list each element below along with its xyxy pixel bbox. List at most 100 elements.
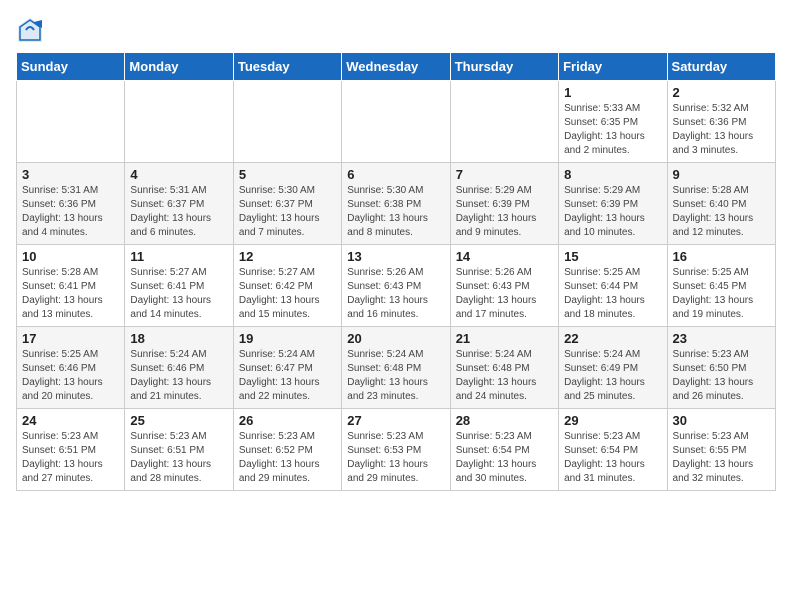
day-number: 28 bbox=[456, 413, 553, 428]
calendar-table: SundayMondayTuesdayWednesdayThursdayFrid… bbox=[16, 52, 776, 491]
day-number: 7 bbox=[456, 167, 553, 182]
day-info: Sunrise: 5:24 AM Sunset: 6:46 PM Dayligh… bbox=[130, 348, 227, 404]
day-number: 10 bbox=[22, 249, 119, 264]
day-number: 12 bbox=[239, 249, 336, 264]
day-number: 3 bbox=[22, 167, 119, 182]
calendar-cell: 6 Sunrise: 5:30 AM Sunset: 6:38 PM Daylig… bbox=[342, 163, 450, 245]
calendar-cell: 2Sunrise: 5:32 AM Sunset: 6:36 PM Daylig… bbox=[667, 81, 775, 163]
day-number: 19 bbox=[239, 331, 336, 346]
header-day: Wednesday bbox=[342, 53, 450, 81]
header-day: Monday bbox=[125, 53, 233, 81]
day-info: Sunrise: 5:23 AM Sunset: 6:51 PM Dayligh… bbox=[22, 430, 119, 486]
day-number: 24 bbox=[22, 413, 119, 428]
day-number: 20 bbox=[347, 331, 444, 346]
day-info: Sunrise: 5:25 AM Sunset: 6:45 PM Dayligh… bbox=[673, 266, 770, 322]
day-number: 26 bbox=[239, 413, 336, 428]
day-info: Sunrise: 5:28 AM Sunset: 6:40 PM Dayligh… bbox=[673, 184, 770, 240]
calendar-cell: 19 Sunrise: 5:24 AM Sunset: 6:47 PM Dayli… bbox=[233, 327, 341, 409]
calendar-cell: 13 Sunrise: 5:26 AM Sunset: 6:43 PM Dayli… bbox=[342, 245, 450, 327]
calendar-week: 3 Sunrise: 5:31 AM Sunset: 6:36 PM Daylig… bbox=[17, 163, 776, 245]
header-day: Saturday bbox=[667, 53, 775, 81]
day-number: 25 bbox=[130, 413, 227, 428]
day-info: Sunrise: 5:23 AM Sunset: 6:51 PM Dayligh… bbox=[130, 430, 227, 486]
day-info: Sunrise: 5:29 AM Sunset: 6:39 PM Dayligh… bbox=[456, 184, 553, 240]
day-info: Sunrise: 5:29 AM Sunset: 6:39 PM Dayligh… bbox=[564, 184, 661, 240]
calendar-cell: 7 Sunrise: 5:29 AM Sunset: 6:39 PM Daylig… bbox=[450, 163, 558, 245]
day-info: Sunrise: 5:23 AM Sunset: 6:52 PM Dayligh… bbox=[239, 430, 336, 486]
day-number: 15 bbox=[564, 249, 661, 264]
calendar-cell: 30Sunrise: 5:23 AM Sunset: 6:55 PM Dayli… bbox=[667, 409, 775, 491]
day-number: 30 bbox=[673, 413, 770, 428]
calendar-cell: 26 Sunrise: 5:23 AM Sunset: 6:52 PM Dayli… bbox=[233, 409, 341, 491]
day-info: Sunrise: 5:23 AM Sunset: 6:54 PM Dayligh… bbox=[564, 430, 661, 486]
calendar-cell bbox=[342, 81, 450, 163]
day-info: Sunrise: 5:23 AM Sunset: 6:54 PM Dayligh… bbox=[456, 430, 553, 486]
day-info: Sunrise: 5:31 AM Sunset: 6:37 PM Dayligh… bbox=[130, 184, 227, 240]
day-number: 17 bbox=[22, 331, 119, 346]
day-number: 22 bbox=[564, 331, 661, 346]
header-day: Thursday bbox=[450, 53, 558, 81]
day-number: 23 bbox=[673, 331, 770, 346]
calendar-cell: 29 Sunrise: 5:23 AM Sunset: 6:54 PM Dayli… bbox=[559, 409, 667, 491]
day-number: 1 bbox=[564, 85, 661, 100]
calendar-cell: 22 Sunrise: 5:24 AM Sunset: 6:49 PM Dayli… bbox=[559, 327, 667, 409]
day-info: Sunrise: 5:24 AM Sunset: 6:48 PM Dayligh… bbox=[456, 348, 553, 404]
calendar-week: 1Sunrise: 5:33 AM Sunset: 6:35 PM Daylig… bbox=[17, 81, 776, 163]
calendar-cell: 25 Sunrise: 5:23 AM Sunset: 6:51 PM Dayli… bbox=[125, 409, 233, 491]
calendar-cell: 24 Sunrise: 5:23 AM Sunset: 6:51 PM Dayli… bbox=[17, 409, 125, 491]
day-info: Sunrise: 5:31 AM Sunset: 6:36 PM Dayligh… bbox=[22, 184, 119, 240]
header-day: Tuesday bbox=[233, 53, 341, 81]
day-number: 9 bbox=[673, 167, 770, 182]
day-info: Sunrise: 5:26 AM Sunset: 6:43 PM Dayligh… bbox=[347, 266, 444, 322]
day-number: 14 bbox=[456, 249, 553, 264]
day-info: Sunrise: 5:25 AM Sunset: 6:44 PM Dayligh… bbox=[564, 266, 661, 322]
calendar-week: 24 Sunrise: 5:23 AM Sunset: 6:51 PM Dayli… bbox=[17, 409, 776, 491]
calendar-cell: 9 Sunrise: 5:28 AM Sunset: 6:40 PM Daylig… bbox=[667, 163, 775, 245]
calendar-cell: 17Sunrise: 5:25 AM Sunset: 6:46 PM Dayli… bbox=[17, 327, 125, 409]
calendar-cell: 3 Sunrise: 5:31 AM Sunset: 6:36 PM Daylig… bbox=[17, 163, 125, 245]
calendar-cell: 27 Sunrise: 5:23 AM Sunset: 6:53 PM Dayli… bbox=[342, 409, 450, 491]
header-day: Friday bbox=[559, 53, 667, 81]
calendar-cell: 1Sunrise: 5:33 AM Sunset: 6:35 PM Daylig… bbox=[559, 81, 667, 163]
logo bbox=[16, 16, 48, 44]
day-info: Sunrise: 5:23 AM Sunset: 6:53 PM Dayligh… bbox=[347, 430, 444, 486]
day-info: Sunrise: 5:24 AM Sunset: 6:49 PM Dayligh… bbox=[564, 348, 661, 404]
calendar-cell bbox=[17, 81, 125, 163]
day-info: Sunrise: 5:28 AM Sunset: 6:41 PM Dayligh… bbox=[22, 266, 119, 322]
calendar-header: SundayMondayTuesdayWednesdayThursdayFrid… bbox=[17, 53, 776, 81]
day-number: 16 bbox=[673, 249, 770, 264]
day-info: Sunrise: 5:23 AM Sunset: 6:50 PM Dayligh… bbox=[673, 348, 770, 404]
day-number: 27 bbox=[347, 413, 444, 428]
day-info: Sunrise: 5:27 AM Sunset: 6:41 PM Dayligh… bbox=[130, 266, 227, 322]
calendar-cell: 14 Sunrise: 5:26 AM Sunset: 6:43 PM Dayli… bbox=[450, 245, 558, 327]
calendar-cell bbox=[233, 81, 341, 163]
calendar-cell: 4Sunrise: 5:31 AM Sunset: 6:37 PM Daylig… bbox=[125, 163, 233, 245]
calendar-cell bbox=[125, 81, 233, 163]
day-info: Sunrise: 5:26 AM Sunset: 6:43 PM Dayligh… bbox=[456, 266, 553, 322]
day-number: 2 bbox=[673, 85, 770, 100]
calendar-cell: 21Sunrise: 5:24 AM Sunset: 6:48 PM Dayli… bbox=[450, 327, 558, 409]
calendar-cell: 8 Sunrise: 5:29 AM Sunset: 6:39 PM Daylig… bbox=[559, 163, 667, 245]
calendar-cell: 28 Sunrise: 5:23 AM Sunset: 6:54 PM Dayli… bbox=[450, 409, 558, 491]
day-info: Sunrise: 5:27 AM Sunset: 6:42 PM Dayligh… bbox=[239, 266, 336, 322]
day-number: 5 bbox=[239, 167, 336, 182]
day-number: 18 bbox=[130, 331, 227, 346]
calendar-cell: 5Sunrise: 5:30 AM Sunset: 6:37 PM Daylig… bbox=[233, 163, 341, 245]
calendar-body: 1Sunrise: 5:33 AM Sunset: 6:35 PM Daylig… bbox=[17, 81, 776, 491]
logo-icon bbox=[16, 16, 44, 44]
calendar-cell: 23 Sunrise: 5:23 AM Sunset: 6:50 PM Dayli… bbox=[667, 327, 775, 409]
calendar-week: 17Sunrise: 5:25 AM Sunset: 6:46 PM Dayli… bbox=[17, 327, 776, 409]
header-row: SundayMondayTuesdayWednesdayThursdayFrid… bbox=[17, 53, 776, 81]
day-number: 29 bbox=[564, 413, 661, 428]
day-number: 13 bbox=[347, 249, 444, 264]
day-info: Sunrise: 5:24 AM Sunset: 6:48 PM Dayligh… bbox=[347, 348, 444, 404]
calendar-cell: 11Sunrise: 5:27 AM Sunset: 6:41 PM Dayli… bbox=[125, 245, 233, 327]
day-info: Sunrise: 5:24 AM Sunset: 6:47 PM Dayligh… bbox=[239, 348, 336, 404]
header-day: Sunday bbox=[17, 53, 125, 81]
day-number: 8 bbox=[564, 167, 661, 182]
page-header bbox=[16, 16, 776, 44]
calendar-cell: 20 Sunrise: 5:24 AM Sunset: 6:48 PM Dayli… bbox=[342, 327, 450, 409]
calendar-cell: 16 Sunrise: 5:25 AM Sunset: 6:45 PM Dayli… bbox=[667, 245, 775, 327]
day-info: Sunrise: 5:30 AM Sunset: 6:38 PM Dayligh… bbox=[347, 184, 444, 240]
day-number: 6 bbox=[347, 167, 444, 182]
